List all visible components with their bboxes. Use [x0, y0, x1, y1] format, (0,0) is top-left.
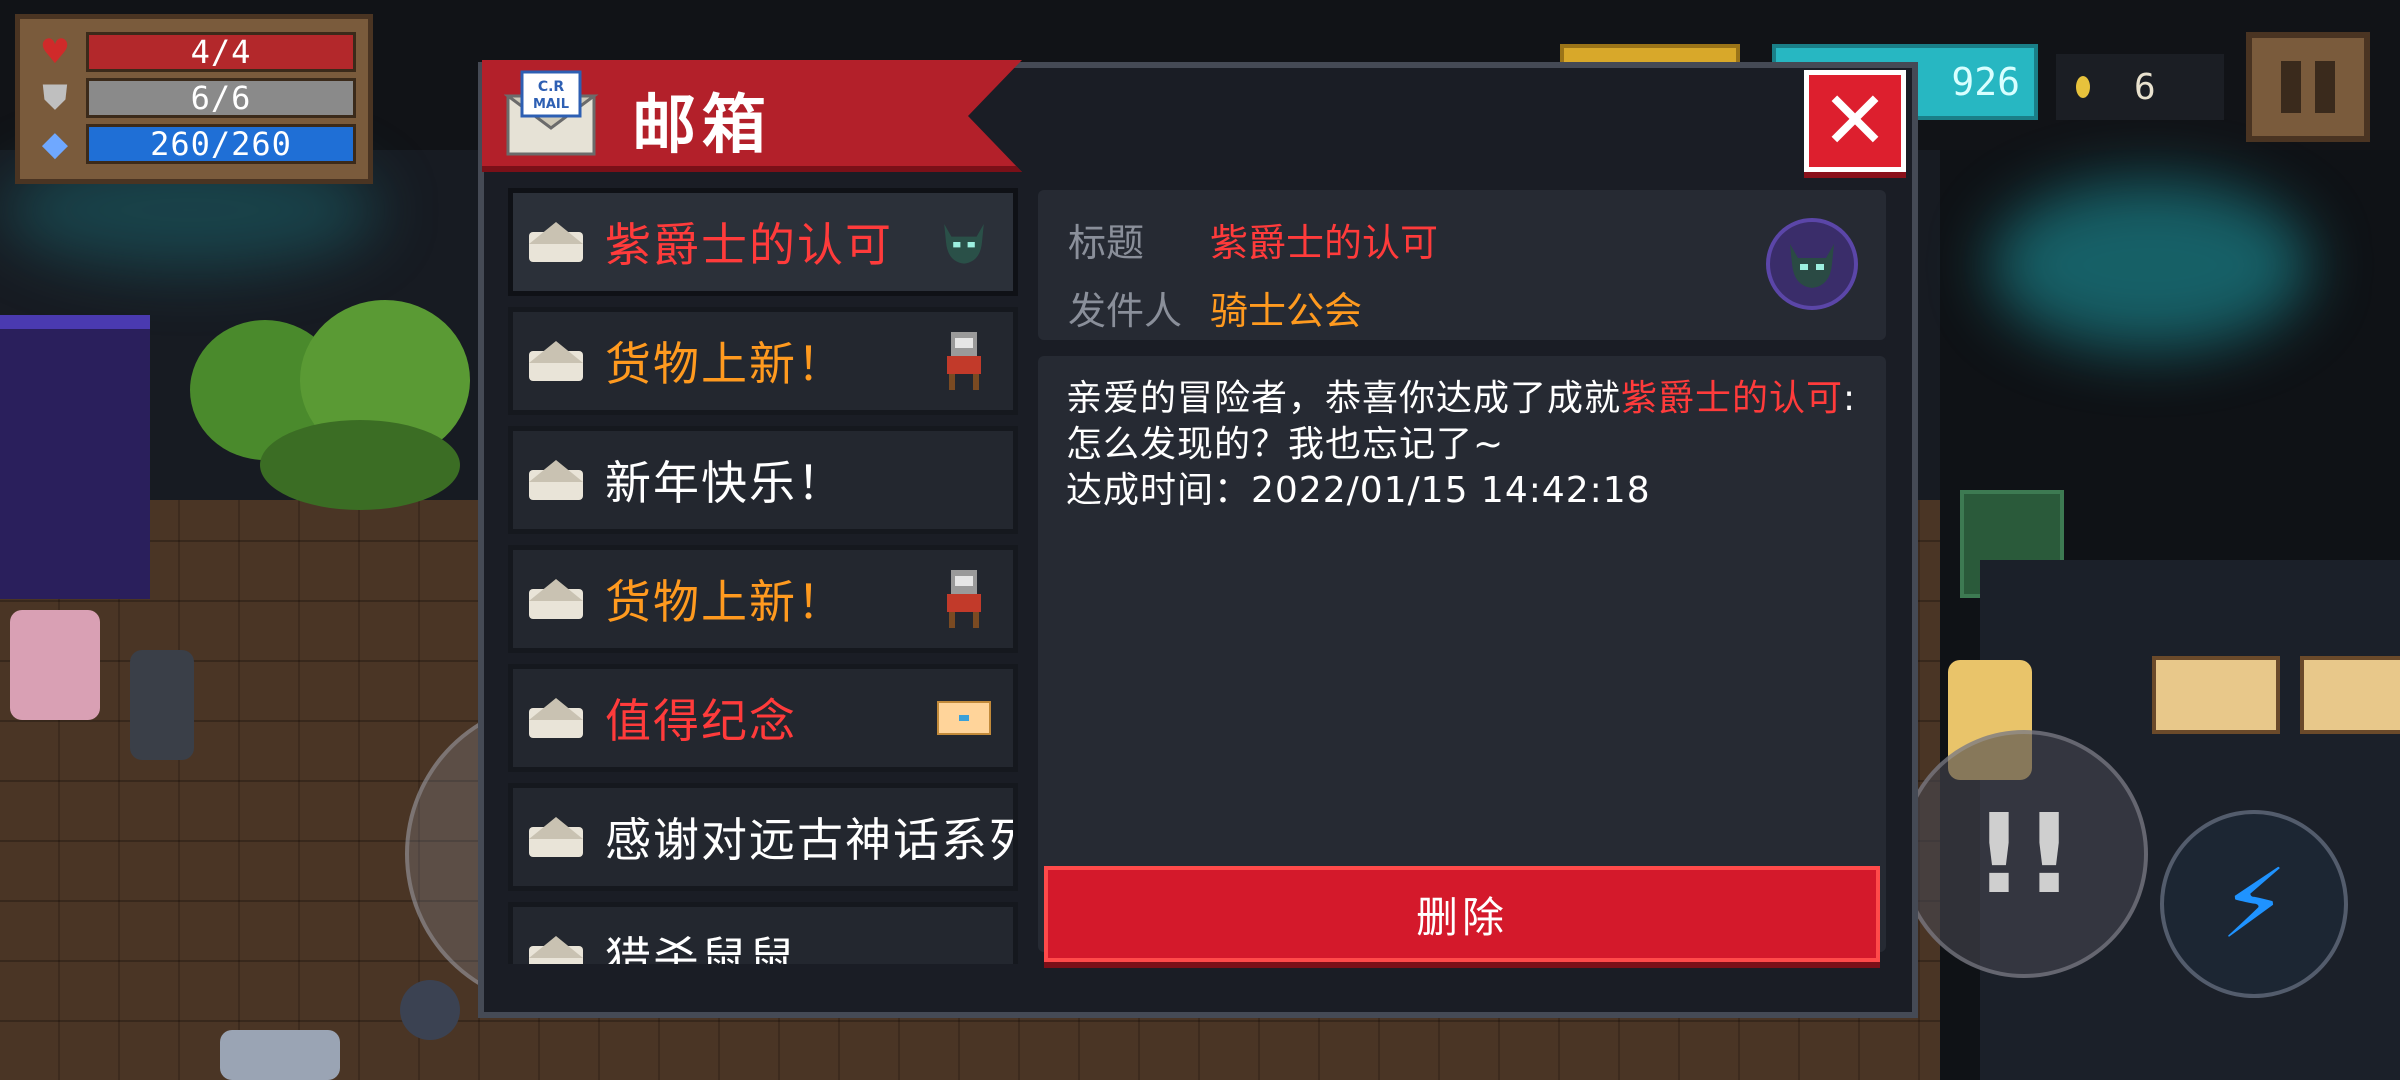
mailbox-header: C.R MAIL 邮箱: [482, 60, 1022, 172]
svg-text:C.R: C.R: [538, 79, 565, 95]
mail-detail-header: 标题 紫爵士的认可 发件人 骑士公会: [1038, 190, 1886, 340]
merchant-icon: [935, 568, 993, 630]
mail-subject: 货物上新！: [605, 337, 845, 391]
merchant-icon: [935, 330, 993, 392]
close-icon: ✕: [1821, 74, 1889, 167]
achievement-time: 达成时间：2022/01/15 14:42:18: [1066, 470, 1651, 511]
sender-label: 发件人: [1068, 289, 1183, 333]
envelope-icon: [529, 936, 583, 964]
pause-button[interactable]: [2246, 32, 2370, 142]
close-button[interactable]: ✕: [1804, 70, 1906, 172]
shield-icon: ⛊: [42, 78, 68, 118]
coin-count: 6: [2134, 66, 2156, 108]
mail-subject: 感谢对远古神话系列: [605, 813, 1013, 867]
knight-helmet-icon: [1766, 218, 1858, 310]
title-label: 标题: [1068, 221, 1145, 265]
heart-icon: ♥: [39, 32, 71, 72]
mail-subject: 新年快乐！: [605, 456, 845, 510]
exclamation-icon: !!: [1973, 790, 2075, 918]
pause-icon: [2281, 61, 2301, 113]
mail-list-item[interactable]: 新年快乐！: [508, 426, 1018, 534]
armor-row: ⛊ 6/6: [32, 75, 356, 121]
svg-text:MAIL: MAIL: [533, 97, 569, 112]
mailbox-title: 邮箱: [632, 89, 772, 163]
envelope-icon: [529, 341, 583, 381]
sender-value: 骑士公会: [1210, 289, 1363, 333]
energy-bar: 260/260: [86, 124, 356, 164]
mail-list[interactable]: 紫爵士的认可 货物上新！ 新年快乐！ 货物上新！ 值得纪念感谢对远古神话系列猎杀鼠鼠: [508, 188, 1018, 964]
envelope-icon: [529, 579, 583, 619]
mail-list-item[interactable]: 紫爵士的认可: [508, 188, 1018, 296]
vending-machine: [0, 315, 150, 599]
mail-list-item[interactable]: 货物上新！: [508, 307, 1018, 415]
mail-detail-body: 亲爱的冒险者，恭喜你达成了成就紫爵士的认可:怎么发现的？我也忘记了~ 达成时间：…: [1038, 356, 1886, 952]
health-row: ♥ 4/4: [32, 29, 356, 75]
envelope-icon: [529, 817, 583, 857]
envelope-icon: [529, 460, 583, 500]
achievement-name: 紫爵士的认可: [1621, 378, 1844, 419]
attack-button[interactable]: !!: [1900, 730, 2148, 978]
screen-icon: [935, 687, 993, 749]
npc-character: [130, 650, 194, 760]
npc-character: [10, 610, 100, 720]
knight-helmet-icon: [935, 211, 993, 273]
mail-subject: 紫爵士的认可: [605, 218, 893, 272]
player-stats-panel: ♥ 4/4 ⛊ 6/6 ◆ 260/260: [15, 14, 373, 184]
title-value: 紫爵士的认可: [1210, 221, 1439, 265]
energy-diamond-icon: ◆: [41, 124, 69, 164]
delete-button[interactable]: 删除: [1044, 866, 1880, 962]
mail-subject: 值得纪念: [605, 694, 797, 748]
coin-counter: 6: [2056, 54, 2224, 120]
skill-button[interactable]: ⚡: [2160, 810, 2348, 998]
energy-row: ◆ 260/260: [32, 121, 356, 167]
mail-body-text: 亲爱的冒险者，恭喜你达成了成就紫爵士的认可:怎么发现的？我也忘记了~ 达成时间：…: [1066, 378, 1857, 511]
mail-list-item[interactable]: 货物上新！: [508, 545, 1018, 653]
mail-badge-icon: C.R MAIL: [503, 66, 600, 162]
coin-icon: [2076, 76, 2090, 98]
mail-list-item[interactable]: 感谢对远古神话系列: [508, 783, 1018, 891]
lightning-icon: ⚡: [2220, 848, 2288, 960]
mail-subject: 猎杀鼠鼠: [605, 932, 797, 964]
envelope-icon: [529, 698, 583, 738]
health-bar: 4/4: [86, 32, 356, 72]
mail-list-item[interactable]: 值得纪念: [508, 664, 1018, 772]
envelope-icon: [529, 222, 583, 262]
armor-bar: 6/6: [86, 78, 356, 118]
mail-list-item[interactable]: 猎杀鼠鼠: [508, 902, 1018, 964]
mail-subject: 货物上新！: [605, 575, 845, 629]
